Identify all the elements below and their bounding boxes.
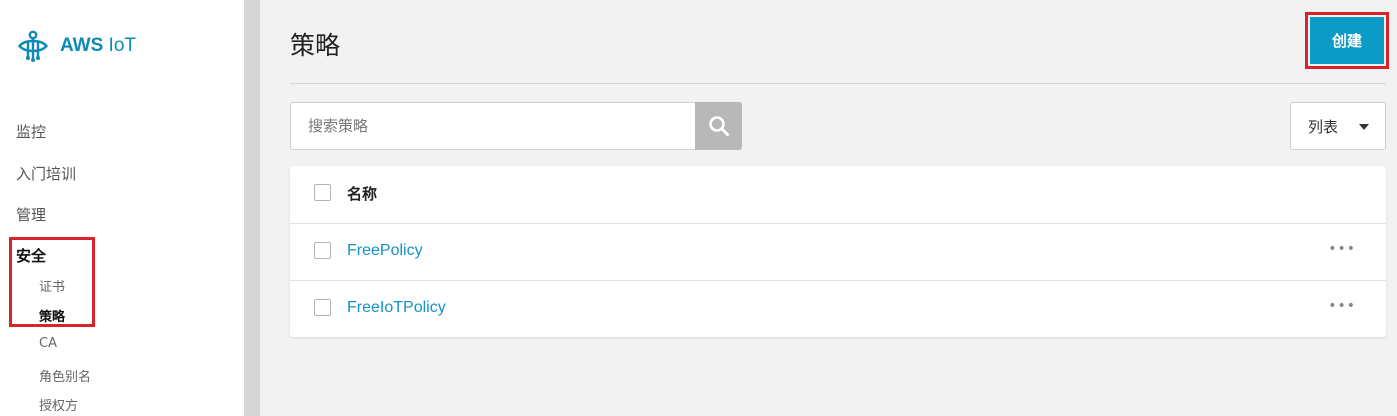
caret-down-icon (1359, 124, 1369, 130)
policy-link[interactable]: FreeIoTPolicy (347, 299, 446, 317)
search-icon (708, 116, 729, 136)
row-checkbox[interactable] (314, 242, 331, 259)
aws-iot-logo-icon (17, 30, 49, 62)
more-actions-icon[interactable]: ••• (1328, 241, 1356, 257)
sidebar-item-monitor[interactable]: 监控 (16, 121, 46, 142)
sidebar-item-authorizers[interactable]: 授权方 (39, 395, 78, 414)
brand[interactable]: AWS IoT (15, 28, 136, 64)
sidebar-item-onboard[interactable]: 入门培训 (16, 163, 76, 184)
sidebar-divider (244, 0, 260, 416)
policy-link[interactable]: FreePolicy (347, 242, 423, 260)
create-button[interactable]: 创建 (1310, 17, 1384, 64)
policies-table: 名称 FreePolicy ••• FreeIoTPolicy ••• (290, 166, 1386, 337)
search-button[interactable] (695, 102, 742, 150)
sidebar-item-certificates[interactable]: 证书 (39, 276, 65, 295)
view-mode-value: 列表 (1308, 117, 1339, 136)
table-row: FreeIoTPolicy ••• (290, 280, 1386, 337)
sidebar: AWS IoT 监控 入门培训 管理 安全 证书 策略 CA 角色别名 授权方 (0, 0, 244, 416)
sidebar-section-security[interactable]: 安全 (16, 245, 46, 266)
view-mode-select[interactable]: 列表 (1290, 102, 1386, 150)
search-input[interactable] (290, 102, 695, 150)
brand-name: AWS IoT (60, 35, 137, 56)
select-all-checkbox[interactable] (314, 184, 331, 201)
more-actions-icon[interactable]: ••• (1328, 298, 1356, 314)
page-title: 策略 (290, 31, 341, 60)
sidebar-item-ca[interactable]: CA (39, 336, 57, 351)
table-header-row: 名称 (290, 166, 1386, 223)
column-header-name: 名称 (347, 185, 378, 203)
sidebar-item-policies[interactable]: 策略 (39, 306, 65, 325)
sidebar-item-manage[interactable]: 管理 (16, 204, 46, 225)
row-checkbox[interactable] (314, 299, 331, 316)
header-divider (290, 83, 1386, 84)
sidebar-item-role-aliases[interactable]: 角色别名 (39, 366, 91, 385)
table-row: FreePolicy ••• (290, 223, 1386, 280)
